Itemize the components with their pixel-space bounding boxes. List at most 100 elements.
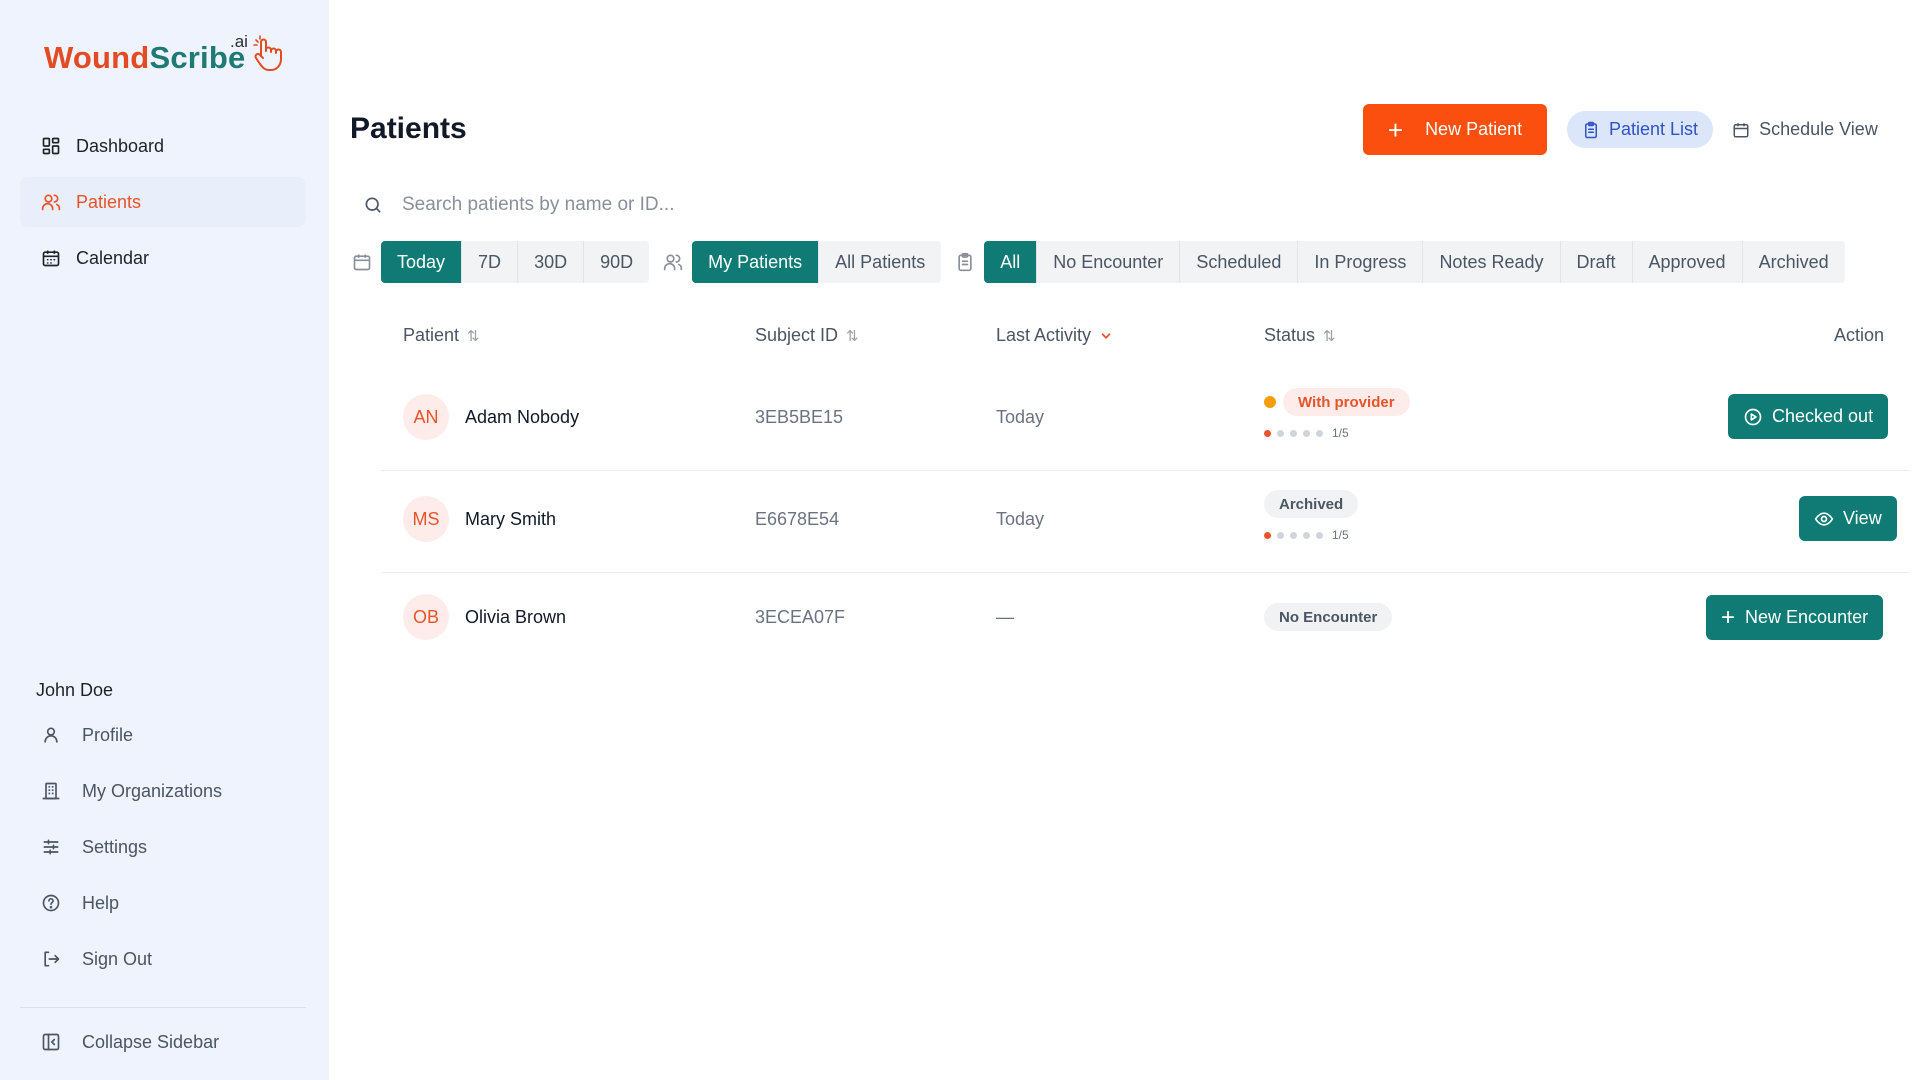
avatar: AN [403,394,449,440]
sort-icon: ⇅ [1323,327,1336,345]
sliders-icon [41,837,61,857]
patient-name[interactable]: Adam Nobody [465,407,579,428]
encounter-progress: 1/5 [1264,528,1349,542]
table-row[interactable]: OB Olivia Brown 3ECEA07F — No Encounter … [381,594,1910,644]
calendar-icon [1732,121,1750,139]
sign-out-icon [41,949,61,969]
new-patient-button[interactable]: + New Patient [1363,104,1547,155]
status-filter-all[interactable]: All [984,241,1038,283]
patient-list-label: Patient List [1609,119,1699,139]
calendar-icon [352,252,372,272]
date-filter-90d[interactable]: 90D [584,241,649,283]
sidebar-item-label: Patients [76,191,142,212]
building-icon [41,781,61,801]
sidebar: WoundScribe .ai Dashboard Patients Calen… [0,0,329,1080]
view-button[interactable]: View [1799,496,1897,541]
status-filter-scheduled[interactable]: Scheduled [1180,241,1299,283]
status-filter: All No Encounter Scheduled In Progress N… [984,241,1845,283]
date-filter-7d[interactable]: 7D [462,241,519,283]
sidebar-item-label: Sign Out [82,948,153,969]
status-filter-draft[interactable]: Draft [1561,241,1633,283]
search-input[interactable] [402,194,1302,216]
sidebar-item-label: My Organizations [82,780,223,801]
status-filter-approved[interactable]: Approved [1633,241,1743,283]
calendar-icon [41,248,61,268]
column-header-last-activity[interactable]: Last Activity [996,325,1113,346]
patient-name[interactable]: Mary Smith [465,509,556,530]
subject-id: E6678E54 [755,509,840,529]
app-logo[interactable]: WoundScribe .ai [44,30,304,82]
page-title: Patients [350,112,467,145]
view-toggle: Patient List Schedule View [1567,111,1897,148]
sidebar-item-label: Calendar [76,247,150,268]
dashboard-grid-icon [41,136,61,156]
progress-step [1277,429,1284,437]
sidebar-item-label: Dashboard [76,135,165,156]
avatar: MS [403,496,449,542]
owner-filter-all-patients[interactable]: All Patients [819,241,941,283]
schedule-view-button[interactable]: Schedule View [1717,111,1893,148]
progress-step [1264,531,1271,539]
column-header-subject-id[interactable]: Subject ID ⇅ [755,325,859,346]
sidebar-item-profile[interactable]: Profile [20,712,306,758]
sidebar-item-sign-out[interactable]: Sign Out [20,936,306,982]
sidebar-item-my-organizations[interactable]: My Organizations [20,768,306,814]
collapse-sidebar-icon [41,1032,61,1052]
status-filter-notes-ready[interactable]: Notes Ready [1423,241,1561,283]
eye-icon [1814,509,1834,529]
search-bar [350,183,1890,227]
progress-step [1290,429,1297,437]
column-label: Last Activity [996,325,1092,345]
collapse-sidebar-button[interactable]: Collapse Sidebar [20,1019,306,1065]
sidebar-item-dashboard[interactable]: Dashboard [20,121,306,171]
column-header-patient[interactable]: Patient ⇅ [403,325,480,346]
sort-icon: ⇅ [467,327,480,345]
sidebar-item-label: Profile [82,724,134,745]
sidebar-item-settings[interactable]: Settings [20,824,306,870]
sidebar-item-help[interactable]: Help [20,880,306,926]
progress-step [1290,531,1297,539]
last-activity: — [996,607,1014,627]
encounter-progress: 1/5 [1264,426,1349,440]
collapse-sidebar-label: Collapse Sidebar [82,1031,220,1052]
column-label: Patient [403,325,460,345]
date-filter-30d[interactable]: 30D [518,241,585,283]
hand-pointer-icon [252,34,288,74]
status-filter-archived[interactable]: Archived [1743,241,1845,283]
checked-out-button[interactable]: Checked out [1728,394,1889,439]
status-dot [1264,396,1276,408]
play-circle-icon [1743,407,1763,427]
user-icon [41,725,61,745]
logo-suffix: .ai [230,32,248,51]
plus-icon: + [1387,114,1404,145]
progress-step [1303,429,1310,437]
patient-name[interactable]: Olivia Brown [465,607,566,628]
table-row[interactable]: MS Mary Smith E6678E54 Today Archived 1/… [381,490,1910,574]
column-header-status[interactable]: Status ⇅ [1264,325,1336,346]
filter-bar: Today 7D 30D 90D My Patients All Patient… [350,241,1857,283]
action-label: New Encounter [1745,607,1869,627]
patient-list-view-button[interactable]: Patient List [1567,111,1714,148]
users-icon [663,252,683,272]
sidebar-divider [20,1007,306,1008]
sort-icon: ⇅ [846,327,859,345]
avatar: OB [403,594,449,640]
progress-step [1316,531,1323,539]
status-badge: Archived [1264,490,1359,518]
owner-filter-my-patients[interactable]: My Patients [692,241,820,283]
sidebar-item-patients[interactable]: Patients [20,177,306,227]
new-encounter-button[interactable]: + New Encounter [1706,595,1884,640]
status-filter-in-progress[interactable]: In Progress [1298,241,1424,283]
table-row[interactable]: AN Adam Nobody 3EB5BE15 Today With provi… [381,388,1910,472]
date-filter-today[interactable]: Today [381,241,463,283]
progress-step [1264,429,1271,437]
sidebar-item-label: Help [82,892,120,913]
progress-text: 1/5 [1332,426,1349,440]
sidebar-item-calendar[interactable]: Calendar [20,233,306,283]
progress-text: 1/5 [1332,528,1349,542]
owner-filter: My Patients All Patients [692,241,942,283]
status-filter-no-encounter[interactable]: No Encounter [1037,241,1181,283]
last-activity: Today [996,407,1045,427]
sidebar-item-label: Settings [82,836,148,857]
clipboard-icon [955,252,975,272]
